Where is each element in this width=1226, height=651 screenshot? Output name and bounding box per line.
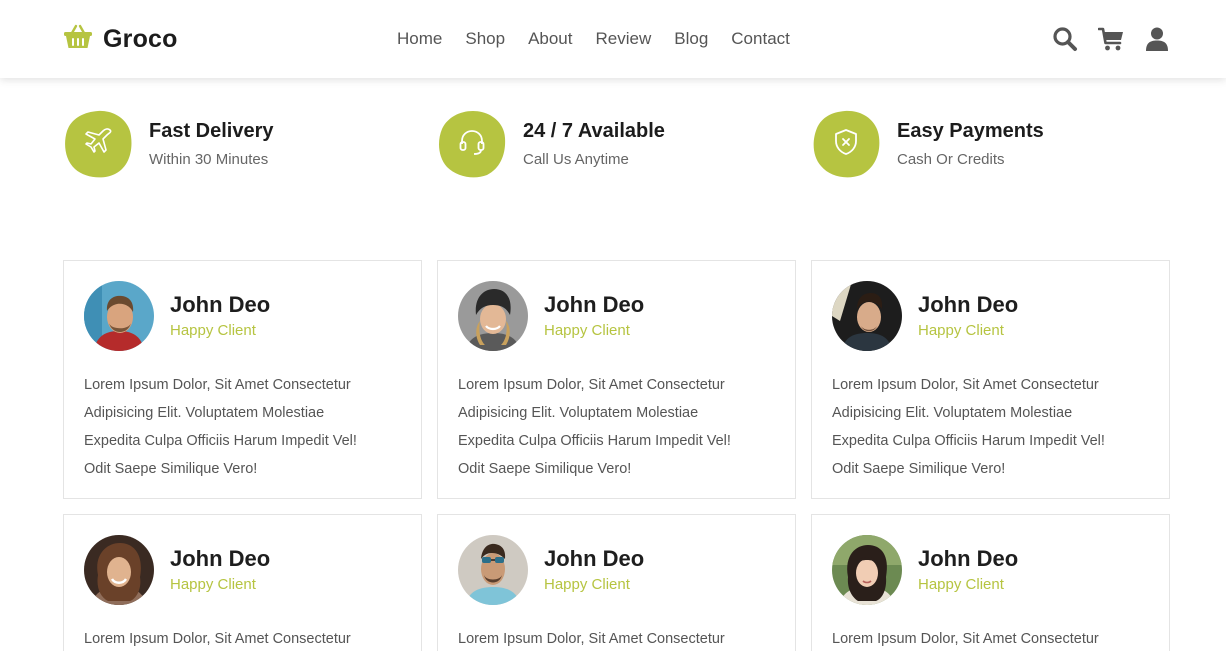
review-line: Adipisicing Elit. Voluptatem Molestiae bbox=[84, 405, 325, 421]
feature-badge bbox=[811, 109, 881, 179]
review-card: John Deo Happy Client Lorem Ipsum Dolor,… bbox=[63, 260, 422, 499]
review-card: John Deo Happy Client Lorem Ipsum Dolor,… bbox=[437, 514, 796, 651]
review-line: Lorem Ipsum Dolor, Sit Amet Consectetur bbox=[84, 377, 351, 393]
review-line: Expedita Culpa Officiis Harum Impedit Ve… bbox=[84, 433, 357, 449]
feature-fast-delivery: Fast Delivery Within 30 Minutes bbox=[63, 108, 274, 180]
review-card: John Deo Happy Client Lorem Ipsum Dolor,… bbox=[63, 514, 422, 651]
avatar bbox=[458, 281, 528, 351]
reviewer-role: Happy Client bbox=[544, 576, 630, 593]
review-text: Lorem Ipsum Dolor, Sit Amet Consectetur bbox=[832, 625, 1149, 651]
review-text: Lorem Ipsum Dolor, Sit Amet Consectetur … bbox=[84, 371, 401, 483]
review-line: Lorem Ipsum Dolor, Sit Amet Consectetur bbox=[458, 377, 725, 393]
review-card: John Deo Happy Client Lorem Ipsum Dolor,… bbox=[811, 514, 1170, 651]
feature-title: Fast Delivery bbox=[149, 120, 274, 142]
avatar bbox=[832, 281, 902, 351]
review-line: Lorem Ipsum Dolor, Sit Amet Consectetur bbox=[832, 377, 1099, 393]
review-text: Lorem Ipsum Dolor, Sit Amet Consectetur … bbox=[458, 371, 775, 483]
feature-subtitle: Cash Or Credits bbox=[897, 151, 1005, 168]
user-icon[interactable] bbox=[1144, 26, 1170, 52]
reviewer-role: Happy Client bbox=[170, 322, 256, 339]
avatar bbox=[458, 535, 528, 605]
reviewer-name: John Deo bbox=[170, 292, 271, 317]
review-line: Odit Saepe Similique Vero! bbox=[832, 461, 1006, 477]
reviewer-name: John Deo bbox=[918, 292, 1019, 317]
headset-icon bbox=[457, 127, 487, 162]
plane-icon bbox=[83, 127, 113, 162]
review-line: Adipisicing Elit. Voluptatem Molestiae bbox=[832, 405, 1073, 421]
feature-available: 24 / 7 Available Call Us Anytime bbox=[437, 108, 665, 180]
features-row: Fast Delivery Within 30 Minutes 24 / 7 A… bbox=[63, 108, 1170, 180]
review-line: Expedita Culpa Officiis Harum Impedit Ve… bbox=[832, 433, 1105, 449]
reviewer-role: Happy Client bbox=[918, 322, 1004, 339]
brand-logo[interactable]: Groco bbox=[63, 22, 178, 56]
site-header: Groco Home Shop About Review Blog Contac… bbox=[0, 0, 1226, 78]
avatar bbox=[832, 535, 902, 605]
cart-icon[interactable] bbox=[1098, 26, 1124, 52]
feature-easy-payments: Easy Payments Cash Or Credits bbox=[811, 108, 1044, 180]
brand-name: Groco bbox=[103, 24, 178, 53]
review-line: Odit Saepe Similique Vero! bbox=[84, 461, 258, 477]
reviewer-name: John Deo bbox=[170, 546, 271, 571]
reviewer-name: John Deo bbox=[918, 546, 1019, 571]
review-text: Lorem Ipsum Dolor, Sit Amet Consectetur bbox=[84, 625, 401, 651]
feature-subtitle: Within 30 Minutes bbox=[149, 151, 269, 168]
nav-shop[interactable]: Shop bbox=[465, 29, 505, 49]
review-text: Lorem Ipsum Dolor, Sit Amet Consectetur bbox=[458, 625, 775, 651]
review-line: Lorem Ipsum Dolor, Sit Amet Consectetur bbox=[458, 631, 725, 647]
basket-icon bbox=[63, 24, 93, 55]
avatar bbox=[84, 535, 154, 605]
nav-home[interactable]: Home bbox=[397, 29, 442, 49]
feature-subtitle: Call Us Anytime bbox=[523, 151, 629, 168]
avatar bbox=[84, 281, 154, 351]
nav-about[interactable]: About bbox=[528, 29, 572, 49]
nav-blog[interactable]: Blog bbox=[674, 29, 708, 49]
nav-review[interactable]: Review bbox=[596, 29, 652, 49]
feature-badge bbox=[63, 109, 133, 179]
review-line: Adipisicing Elit. Voluptatem Molestiae bbox=[458, 405, 699, 421]
reviewer-role: Happy Client bbox=[544, 322, 630, 339]
nav-contact[interactable]: Contact bbox=[731, 29, 790, 49]
header-actions bbox=[1052, 24, 1170, 54]
feature-badge bbox=[437, 109, 507, 179]
search-icon[interactable] bbox=[1052, 26, 1078, 52]
review-text: Lorem Ipsum Dolor, Sit Amet Consectetur … bbox=[832, 371, 1149, 483]
feature-title: 24 / 7 Available bbox=[523, 120, 665, 142]
main-nav: Home Shop About Review Blog Contact bbox=[397, 27, 790, 51]
review-line: Expedita Culpa Officiis Harum Impedit Ve… bbox=[458, 433, 731, 449]
review-card: John Deo Happy Client Lorem Ipsum Dolor,… bbox=[437, 260, 796, 499]
review-line: Lorem Ipsum Dolor, Sit Amet Consectetur bbox=[84, 631, 351, 647]
review-card: John Deo Happy Client Lorem Ipsum Dolor,… bbox=[811, 260, 1170, 499]
review-line: Lorem Ipsum Dolor, Sit Amet Consectetur bbox=[832, 631, 1099, 647]
reviewer-name: John Deo bbox=[544, 546, 645, 571]
feature-title: Easy Payments bbox=[897, 120, 1044, 142]
review-line: Odit Saepe Similique Vero! bbox=[458, 461, 632, 477]
shield-icon bbox=[831, 127, 861, 162]
reviewer-role: Happy Client bbox=[918, 576, 1004, 593]
reviewer-role: Happy Client bbox=[170, 576, 256, 593]
reviewer-name: John Deo bbox=[544, 292, 645, 317]
